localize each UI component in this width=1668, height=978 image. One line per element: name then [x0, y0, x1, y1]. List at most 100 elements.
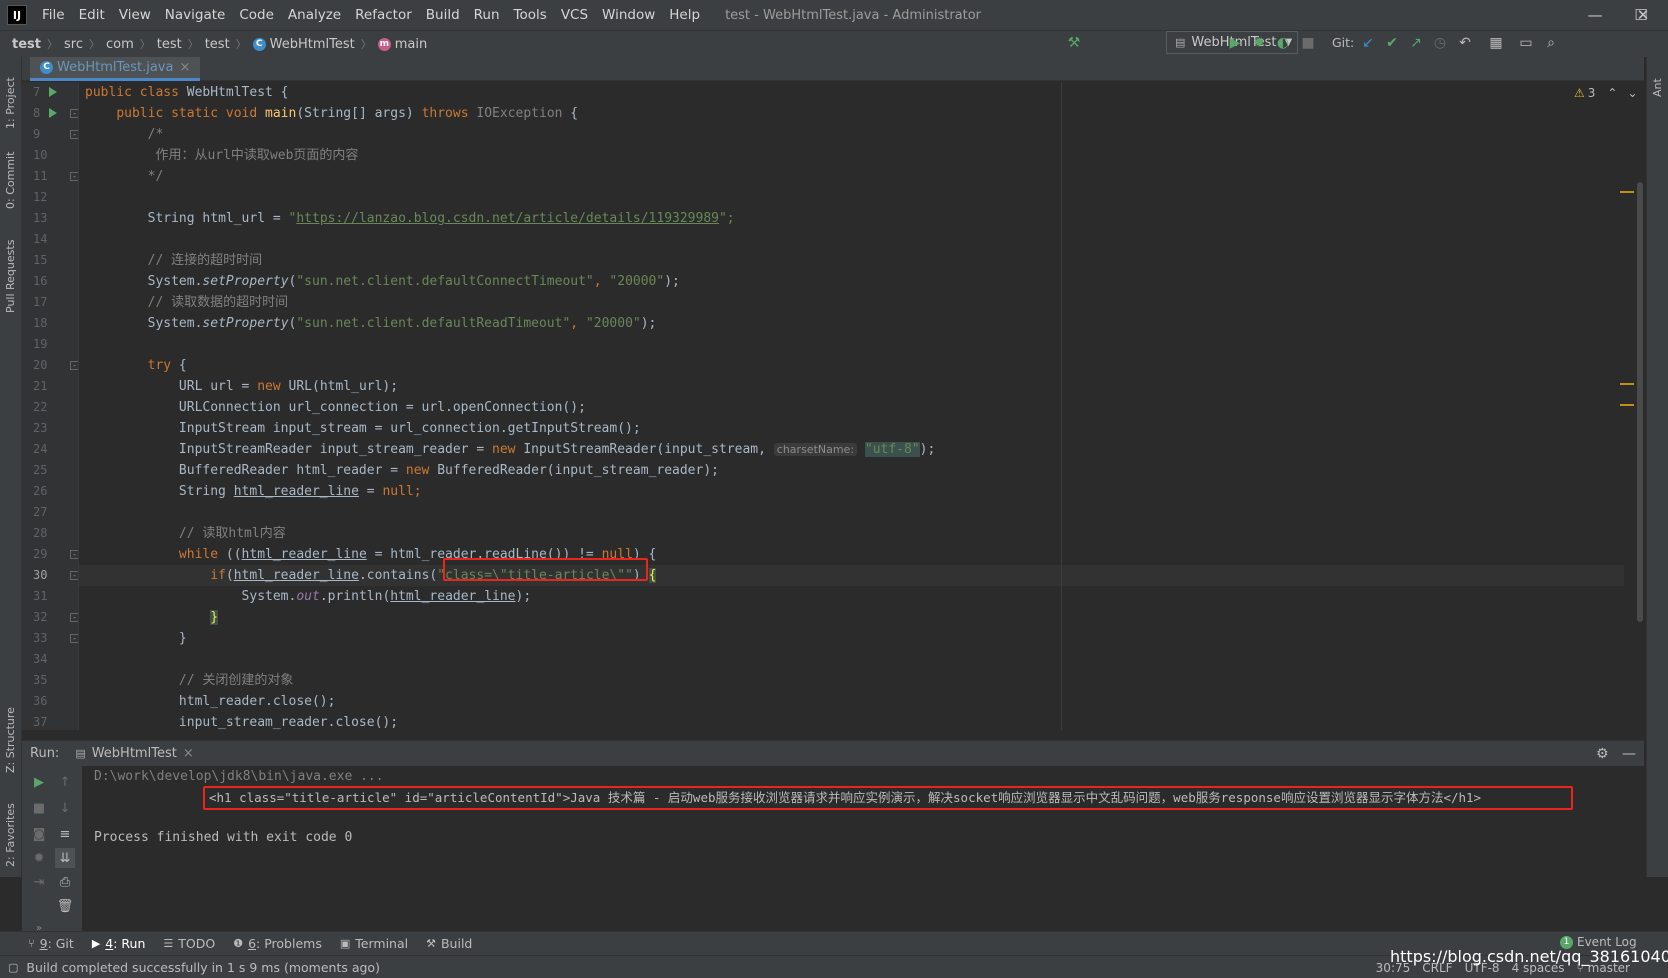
stop-icon[interactable]: ■ [29, 798, 49, 818]
close-tab-icon[interactable]: × [183, 746, 194, 761]
fold-icon[interactable]: - [70, 172, 78, 181]
breadcrumb-method-label: main [394, 36, 428, 52]
camera-icon[interactable]: ◙ [29, 824, 49, 844]
gear-icon[interactable]: ⚙ [1596, 746, 1609, 762]
menu-window[interactable]: Window [595, 0, 662, 30]
close-tab-icon[interactable]: × [179, 60, 190, 75]
window-layout-icon[interactable]: ▭ [1516, 33, 1536, 53]
code-line: /* [147, 127, 164, 142]
breadcrumb-package-2[interactable]: test [205, 37, 230, 52]
breadcrumb-project[interactable]: test [12, 37, 41, 52]
fold-icon[interactable]: - [70, 130, 78, 139]
scroll-down-icon[interactable]: ↓ [55, 798, 75, 818]
favorites-tool-button[interactable]: 2: Favorites [4, 803, 17, 867]
menu-view[interactable]: View [112, 0, 158, 30]
run-tool-button[interactable]: ▶ 4: Run [92, 936, 146, 951]
history-icon[interactable]: ◷ [1430, 33, 1450, 53]
scrollbar-thumb[interactable] [1637, 182, 1643, 622]
intellij-logo-icon: IJ [7, 5, 27, 25]
minimize-panel-icon[interactable]: — [1622, 746, 1636, 762]
run-gutter-icon[interactable] [49, 87, 57, 97]
scroll-up-icon[interactable]: ↑ [55, 772, 75, 792]
git-tool-button[interactable]: ⑂ 9: Git [28, 936, 74, 951]
url-link[interactable]: https://lanzao.blog.csdn.net/article/det… [296, 211, 719, 226]
soft-wrap-icon[interactable]: ≡ [55, 824, 75, 844]
project-structure-icon[interactable]: ▦ [1486, 33, 1506, 53]
close-button[interactable]: ✕ [1620, 0, 1666, 30]
fold-icon[interactable]: - [70, 634, 78, 643]
terminal-tool-button[interactable]: ▣ Terminal [340, 936, 408, 951]
info-icon: ❶ [233, 937, 244, 950]
rollback-icon[interactable]: ↶ [1455, 33, 1475, 53]
breadcrumb-method[interactable]: m main [377, 36, 428, 52]
menu-analyze[interactable]: Analyze [281, 0, 348, 30]
menu-help[interactable]: Help [662, 0, 707, 30]
breadcrumb-class[interactable]: C WebHtmlTest [252, 37, 355, 52]
warning-stripe-marker[interactable] [1620, 191, 1634, 193]
editor-scrollbar[interactable] [1636, 82, 1644, 730]
status-message: Build completed successfully in 1 s 9 ms… [26, 959, 380, 975]
code-line: input_stream_reader.close(); [178, 715, 399, 730]
project-tool-button[interactable]: 1: Project [4, 77, 17, 129]
menu-navigate[interactable]: Navigate [158, 0, 233, 30]
run-tab[interactable]: ▤ WebHtmlTest × [75, 746, 193, 761]
git-update-icon[interactable]: ↙ [1358, 33, 1378, 53]
menu-vcs[interactable]: VCS [554, 0, 595, 30]
code-editor[interactable]: public class WebHtmlTest { public static… [79, 82, 1624, 730]
debug-icon[interactable]: ✹ [1249, 33, 1269, 53]
build-tool-button[interactable]: ⚒ Build [426, 936, 472, 951]
fold-icon[interactable]: - [70, 109, 78, 118]
exit-icon[interactable]: ⇥ [29, 872, 49, 892]
code-line: // 读取html内容 [178, 526, 286, 541]
line-number: 24 [33, 442, 48, 456]
breadcrumb-src[interactable]: src [64, 37, 83, 52]
breadcrumb-package[interactable]: test [157, 37, 182, 52]
tab-label: WebHtmlTest.java [57, 60, 174, 75]
run-tab-label: WebHtmlTest [91, 746, 177, 761]
fold-icon[interactable]: - [70, 613, 78, 622]
tab-webhtmltest-java[interactable]: C WebHtmlTest.java × [30, 57, 201, 81]
menu-build[interactable]: Build [419, 0, 467, 30]
warning-stripe-marker[interactable] [1620, 383, 1634, 385]
chevron-right-icon: 〉 [187, 38, 199, 51]
line-number: 35 [33, 673, 48, 687]
minimize-button[interactable]: — [1572, 0, 1618, 30]
menu-edit[interactable]: Edit [72, 0, 112, 30]
structure-tool-button[interactable]: Z: Structure [4, 707, 17, 773]
chevron-up-icon[interactable]: ⌃ [1607, 86, 1617, 100]
run-icon[interactable]: ▶ [1225, 33, 1245, 53]
menu-tools[interactable]: Tools [507, 0, 554, 30]
line-number: 9- [22, 124, 78, 145]
scroll-to-end-icon[interactable]: ⇊ [55, 848, 75, 868]
commit-tool-button[interactable]: 0: Commit [4, 152, 17, 209]
fold-icon[interactable]: - [70, 361, 78, 370]
inspection-widget[interactable]: ⚠ 3 ⌃ ⌄ [1574, 86, 1638, 100]
breadcrumb-com[interactable]: com [106, 37, 134, 52]
search-icon[interactable]: ⌕ [1541, 33, 1561, 53]
build-hammer-icon[interactable]: ⚒ [1064, 33, 1084, 53]
todo-tool-button[interactable]: ☰ TODO [163, 936, 215, 951]
annotation-box [443, 558, 648, 581]
list-icon: ☰ [163, 937, 174, 950]
git-push-icon[interactable]: ↗ [1406, 33, 1426, 53]
status-panel-icon[interactable]: ▢ [8, 961, 18, 974]
stop-icon[interactable]: ■ [1298, 33, 1318, 53]
trash-icon[interactable]: 🗑 [55, 896, 75, 916]
problems-tool-button[interactable]: ❶6: Problems [233, 936, 322, 951]
rerun-icon[interactable]: ▶ [29, 772, 49, 792]
menu-code[interactable]: Code [232, 0, 281, 30]
debug-restart-icon[interactable]: ✹ [29, 848, 49, 868]
menu-run[interactable]: Run [467, 0, 507, 30]
warning-stripe-marker[interactable] [1620, 404, 1634, 406]
print-icon[interactable]: ⎙ [55, 872, 75, 892]
ant-tool-button[interactable]: Ant [1651, 78, 1664, 97]
pull-requests-tool-button[interactable]: Pull Requests [4, 240, 17, 313]
run-gutter-icon[interactable] [49, 108, 57, 118]
coverage-icon[interactable]: ◐ [1273, 33, 1293, 53]
fold-icon[interactable]: - [70, 550, 78, 559]
menu-refactor[interactable]: Refactor [348, 0, 419, 30]
git-commit-icon[interactable]: ✔ [1382, 33, 1402, 53]
menu-file[interactable]: File [35, 0, 72, 30]
fold-icon[interactable]: - [70, 571, 78, 580]
